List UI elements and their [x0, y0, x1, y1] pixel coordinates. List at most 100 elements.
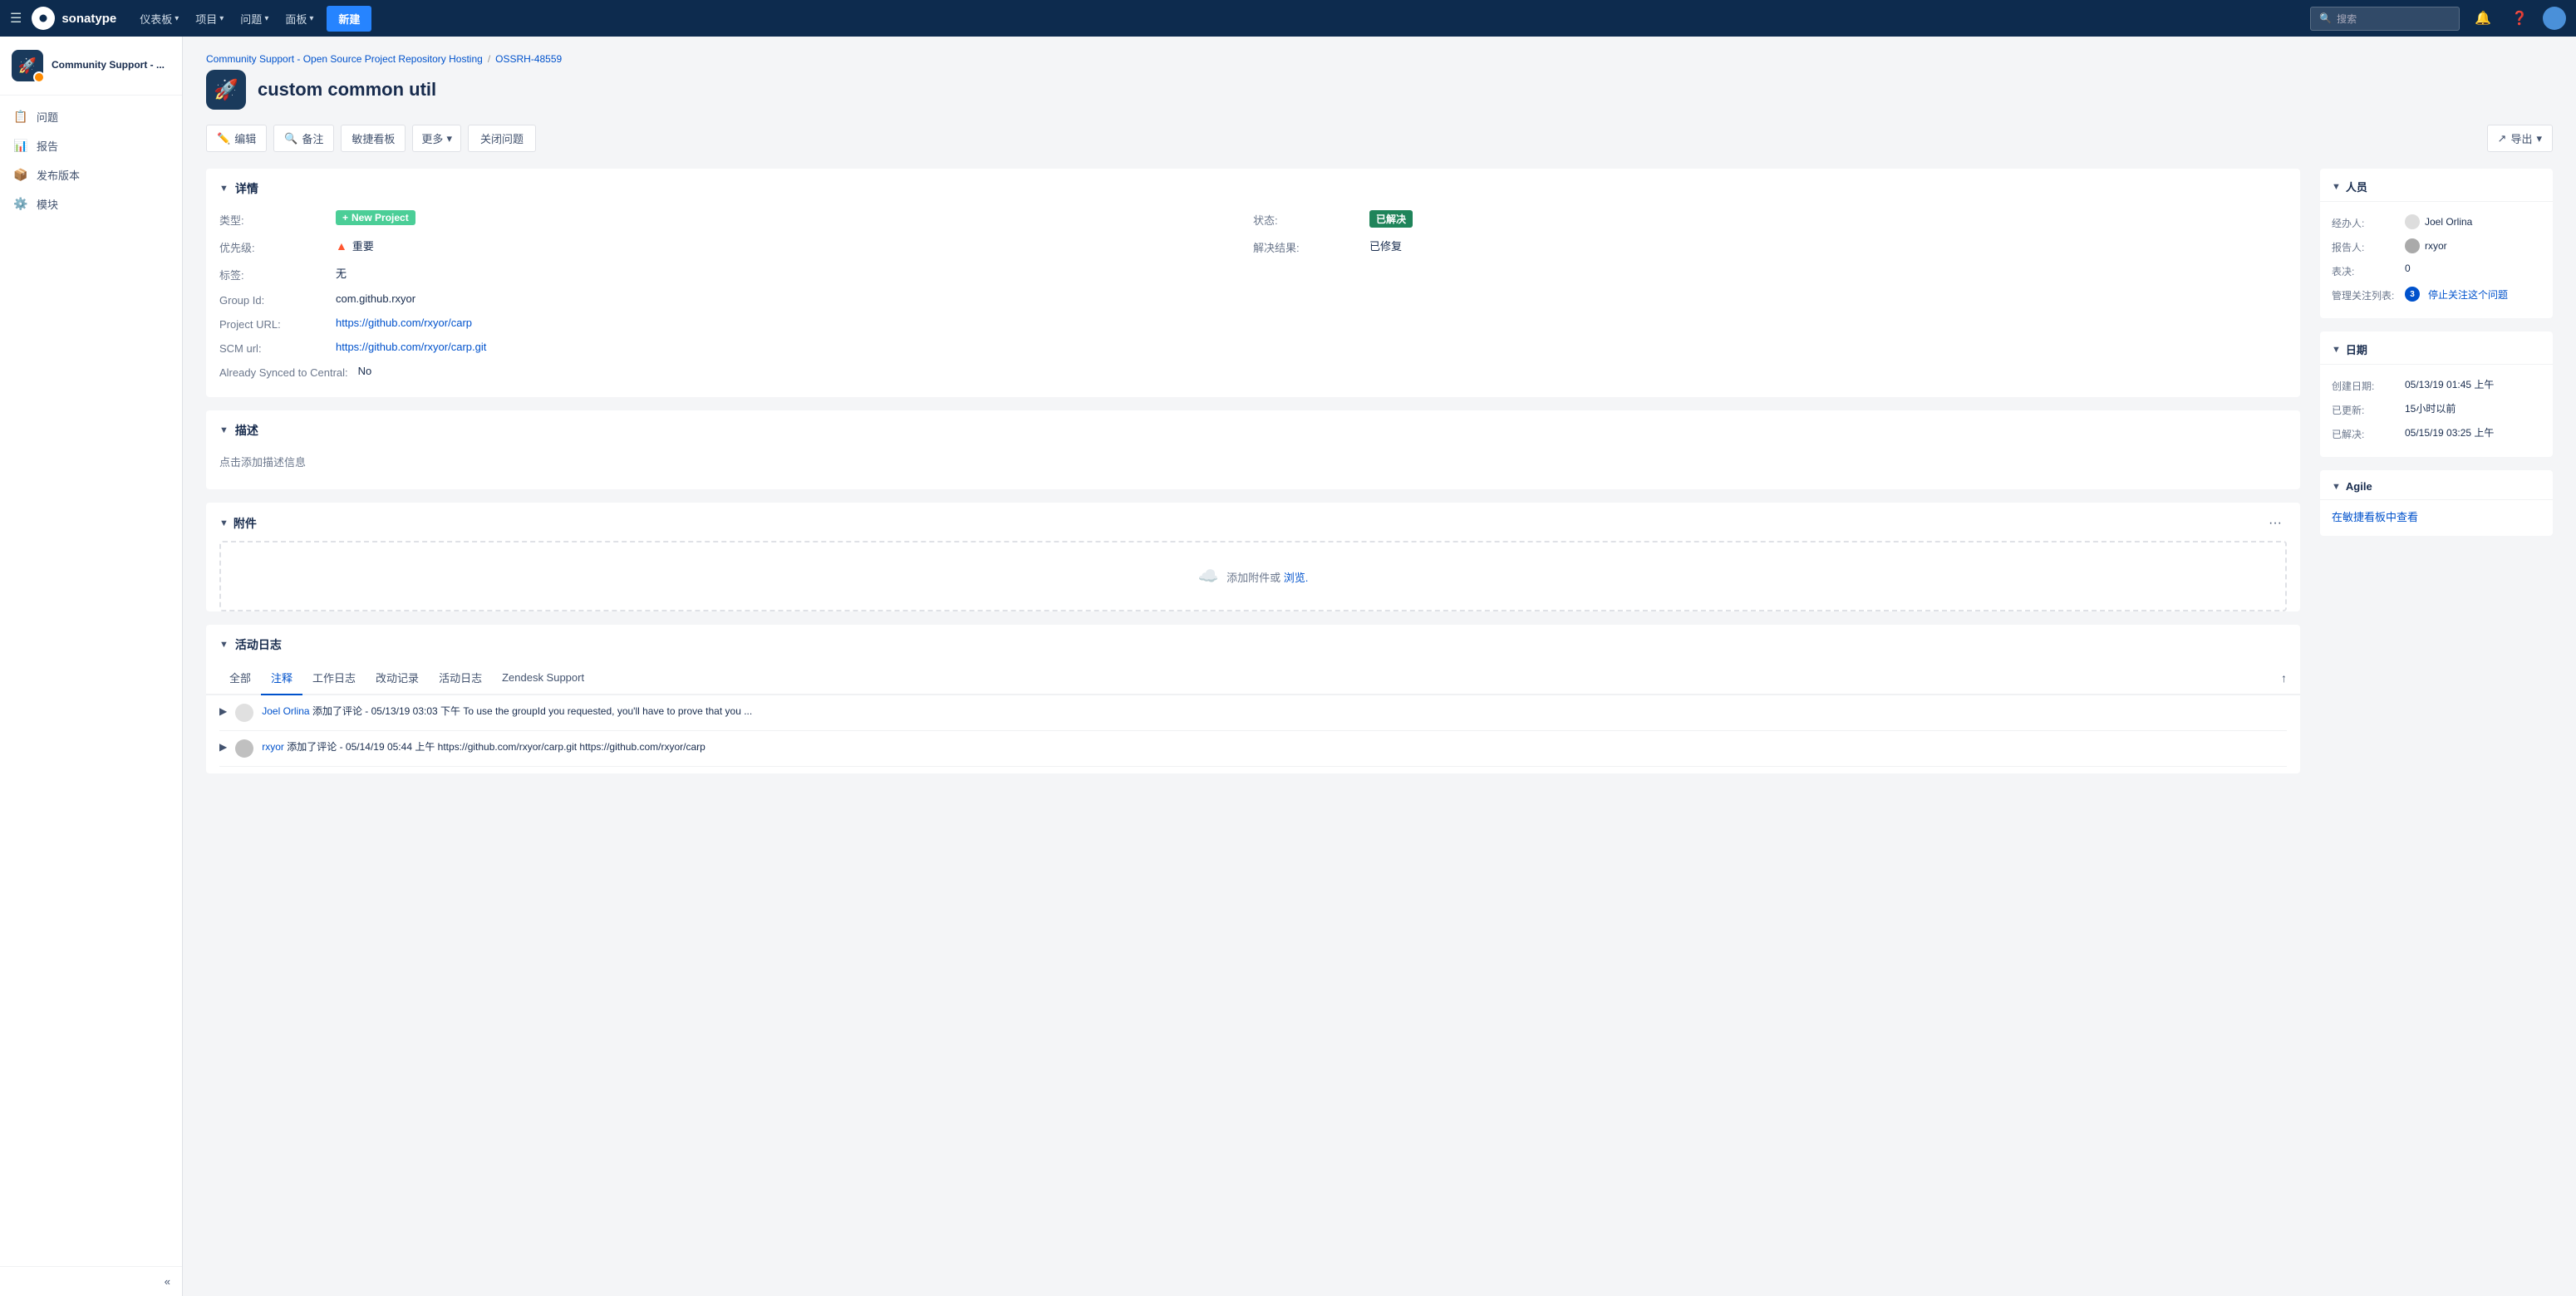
priority-field: 优先级: ▲ 重要	[219, 233, 1253, 260]
people-section-title: 人员	[2346, 179, 2367, 194]
resolved-date-field: 已解决: 05/15/19 03:25 上午	[2332, 421, 2541, 445]
dates-section-title: 日期	[2346, 341, 2367, 357]
activity-author: Joel Orlina	[262, 705, 309, 717]
sidebar-item-label: 报告	[37, 138, 58, 154]
sidebar-project: 🚀 Community Support - ...	[0, 37, 182, 96]
tab-changes[interactable]: 改动记录	[366, 661, 429, 695]
dates-section: ▼ 日期 创建日期: 05/13/19 01:45 上午 已更新:	[2320, 331, 2553, 457]
main-content: Community Support - Open Source Project …	[183, 37, 2576, 1296]
close-issue-button[interactable]: 关闭问题	[468, 125, 536, 152]
nav-panels[interactable]: 面板 ▾	[278, 7, 320, 30]
sidebar-item-modules[interactable]: ⚙️ 模块	[0, 189, 182, 218]
page-header: 🚀 custom common util	[206, 70, 2553, 110]
dates-section-body: 创建日期: 05/13/19 01:45 上午 已更新: 15小时以前	[2320, 365, 2553, 457]
type-badge: + New Project	[336, 210, 415, 225]
logo-text: sonatype	[61, 12, 116, 26]
tab-comments[interactable]: 注释	[261, 661, 302, 695]
breadcrumb: Community Support - Open Source Project …	[206, 53, 2553, 65]
search-box[interactable]: 🔍 搜索	[2310, 7, 2460, 31]
agile-section-header[interactable]: ▼ Agile	[2320, 470, 2553, 500]
project-url-link[interactable]: https://github.com/rxyor/carp	[336, 317, 472, 329]
help-icon[interactable]: ❓	[2506, 7, 2533, 30]
chevron-down-icon: ▾	[219, 14, 224, 23]
sidebar-item-reports[interactable]: 📊 报告	[0, 131, 182, 160]
reporter-name: rxyor	[2425, 240, 2447, 252]
attachment-browse-link[interactable]: 浏览.	[1284, 572, 1309, 584]
updated-date-value: 15小时以前	[2405, 401, 2541, 415]
agile-view-link[interactable]: 在敏捷看板中查看	[2332, 508, 2541, 524]
edit-button[interactable]: ✏️ 编辑	[206, 125, 267, 152]
reporter-label: 报告人:	[2332, 238, 2398, 254]
agile-button[interactable]: 敏捷看板	[341, 125, 406, 152]
dates-section-header[interactable]: ▼ 日期	[2320, 331, 2553, 365]
comment-button[interactable]: 🔍 备注	[273, 125, 334, 152]
sidebar-collapse-button[interactable]: «	[0, 1266, 182, 1296]
assignee-avatar	[2405, 214, 2420, 229]
sidebar-item-label: 问题	[37, 109, 58, 125]
project-url-label: Project URL:	[219, 317, 336, 331]
stop-watching-link[interactable]: 停止关注这个问题	[2428, 287, 2508, 302]
nav-projects[interactable]: 项目 ▾	[189, 7, 230, 30]
activity-item[interactable]: ▶ rxyor 添加了评论 - 05/14/19 05:44 上午 https:…	[219, 731, 2287, 767]
details-section: ▼ 详情 类型: +	[206, 169, 2300, 397]
details-section-header[interactable]: ▼ 详情	[206, 169, 2300, 205]
user-avatar[interactable]	[2543, 7, 2566, 30]
expand-icon: ▶	[219, 741, 227, 753]
reporter-avatar	[2405, 238, 2420, 253]
reports-icon: 📊	[13, 139, 28, 153]
tab-activity[interactable]: 活动日志	[429, 661, 492, 695]
attachment-more-button[interactable]: ···	[2264, 514, 2287, 533]
user-avatar	[235, 704, 253, 722]
type-value: + New Project	[336, 210, 1253, 225]
people-section-header[interactable]: ▼ 人员	[2320, 169, 2553, 202]
breadcrumb-project-link[interactable]: Community Support - Open Source Project …	[206, 53, 483, 65]
tab-worklog[interactable]: 工作日志	[302, 661, 366, 695]
tags-field: 标签: 无	[219, 260, 1253, 287]
sidebar-project-name: Community Support - ...	[52, 59, 165, 72]
status-value: 已解决	[1369, 210, 2287, 228]
scm-url-link[interactable]: https://github.com/rxyor/carp.git	[336, 341, 486, 353]
votes-label: 表决:	[2332, 263, 2398, 278]
created-date-value: 05/13/19 01:45 上午	[2405, 377, 2541, 391]
activity-section-header[interactable]: ▼ 活动日志	[206, 625, 2300, 661]
attachment-drop-zone[interactable]: ☁️ 添加附件或 浏览.	[219, 541, 2287, 611]
description-placeholder[interactable]: 点击添加描述信息	[219, 447, 2287, 476]
sort-button[interactable]: ↑	[2281, 665, 2287, 691]
sidebar-item-issues[interactable]: 📋 问题	[0, 102, 182, 131]
reporter-field: 报告人: rxyor	[2332, 234, 2541, 258]
breadcrumb-issue-link[interactable]: OSSRH-48559	[495, 53, 562, 65]
resolution-label: 解决结果:	[1253, 238, 1369, 255]
chevron-down-icon: ▾	[309, 14, 313, 23]
user-avatar	[235, 739, 253, 758]
top-navigation: ☰ sonatype 仪表板 ▾ 项目 ▾ 问题 ▾ 面板 ▾ 新建 🔍 搜索 …	[0, 0, 2576, 37]
description-section-header[interactable]: ▼ 描述	[206, 410, 2300, 447]
sidebar-item-releases[interactable]: 📦 发布版本	[0, 160, 182, 189]
top-nav-items: 仪表板 ▾ 项目 ▾ 问题 ▾ 面板 ▾ 新建	[133, 6, 371, 32]
tab-all[interactable]: 全部	[219, 661, 261, 695]
activity-section-title: 活动日志	[235, 636, 282, 653]
nav-issues[interactable]: 问题 ▾	[234, 7, 275, 30]
activity-item[interactable]: ▶ Joel Orlina 添加了评论 - 05/13/19 03:03 下午 …	[219, 695, 2287, 731]
logo-icon	[32, 7, 55, 30]
nav-dashboard[interactable]: 仪表板 ▾	[133, 7, 185, 30]
chevron-icon: ▼	[2332, 345, 2341, 355]
votes-value: 0	[2405, 263, 2541, 274]
chevron-down-icon: ▾	[175, 14, 179, 23]
hamburger-menu[interactable]: ☰	[10, 10, 22, 27]
new-button[interactable]: 新建	[327, 6, 371, 32]
activity-list: ▶ Joel Orlina 添加了评论 - 05/13/19 03:03 下午 …	[206, 695, 2300, 773]
attachment-drop-text: 添加附件或	[1227, 572, 1281, 584]
export-button[interactable]: ↗ 导出 ▾	[2487, 125, 2553, 152]
search-icon: 🔍	[2319, 12, 2332, 24]
notifications-icon[interactable]: 🔔	[2470, 7, 2496, 30]
attachment-section: ▼ 附件 ··· ☁️ 添加附件或 浏览.	[206, 503, 2300, 611]
more-button[interactable]: 更多 ▾	[412, 125, 461, 152]
votes-field: 表决: 0	[2332, 258, 2541, 282]
agile-section-body: 在敏捷看板中查看	[2320, 500, 2553, 536]
edit-icon: ✏️	[217, 132, 230, 145]
resolved-date-value: 05/15/19 03:25 上午	[2405, 425, 2541, 439]
description-section: ▼ 描述 点击添加描述信息	[206, 410, 2300, 489]
chevron-down-icon: ▾	[2536, 132, 2542, 145]
group-id-label: Group Id:	[219, 292, 336, 307]
tab-zendesk[interactable]: Zendesk Support	[492, 663, 594, 694]
